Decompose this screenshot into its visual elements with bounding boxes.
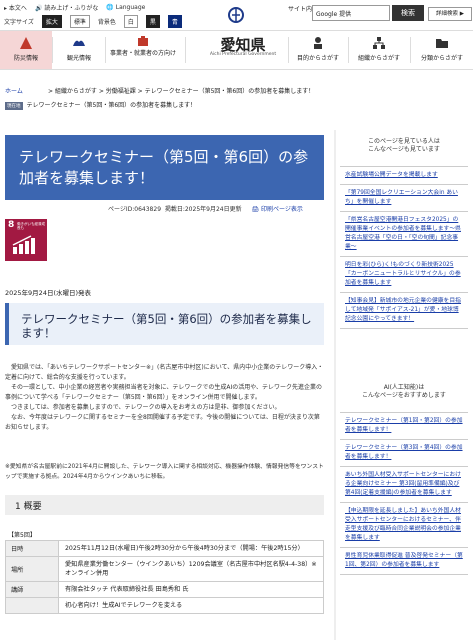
table-cell: 有限会社タッチ 代表取締役社長 田島秀和 氏 (58, 581, 324, 598)
nav-business[interactable]: 事業者・就業者の方向け (106, 31, 180, 69)
table-row: 場所 愛知県産業労働センター（ウインクあいち）1209会議室（名古屋市中村区名駅4… (5, 556, 324, 582)
bg-color-label: 背景色 (97, 19, 116, 26)
page-title-box: テレワークセミナー（第5回・第6回）の参加者を募集します！ (5, 135, 324, 200)
recommended-link[interactable]: 男性育児休業取得促進 普及啓発セミナー（第1回、第2回）の参加者を募集します (340, 548, 468, 575)
breadcrumb-home-link[interactable]: ホーム (5, 86, 23, 95)
nav-label: 組織からさがす (357, 55, 400, 62)
table-cell: 2025年11月12日(水曜日)午後2時30分から午後4時30分まで（開場：午後… (58, 540, 324, 557)
print-link[interactable]: 🖨 印刷ページ表示 (252, 206, 303, 213)
briefcase-icon (138, 36, 148, 46)
overview-heading: 1 概要 (5, 495, 324, 515)
sdg-number: 8 (8, 220, 15, 230)
skip-to-content-link[interactable]: ▸ 本文へ (4, 3, 27, 12)
utility-row-top: ▸ 本文へ 🔊 読み上げ・ふりがな 🌐 Language (4, 3, 145, 12)
nav-label: 事業者・就業者の方向け (109, 50, 176, 57)
recommended-link[interactable]: 【申込期限を延長しました】あいち外国人材受入サポートセンターにおけるセミナー、伴… (340, 503, 468, 548)
breadcrumb-trail[interactable]: > 組織からさがす > 労働福祉課 > テレワークセミナー（第5回・第6回）の参… (48, 86, 314, 95)
table-header: 講師 (5, 581, 59, 598)
bg-white-button[interactable]: 白 (123, 15, 138, 28)
related-link[interactable]: 「県営名古屋空港開港日フェスタ2025」の開催事業イベントの参加者を募集します～… (340, 212, 468, 257)
related-pages-list: 水産試験場公開データを掲載します 「第79回全国レクリエーション大会in あいち… (340, 166, 468, 329)
overview-heading-text: 1 概要 (15, 502, 42, 512)
paragraph: 愛知県では、「あいちテレワークサポートセンター※」(名古屋市中村区)において、県… (5, 364, 324, 381)
updated-date: 掲載日:2025年9月24日更新 (164, 206, 242, 213)
nav-label: 分類からさがす (420, 55, 463, 62)
language-label: Language (115, 4, 146, 11)
sidebar-divider (334, 130, 336, 640)
paragraph: なお、今年度はテレワークに関するセミナーを全8回開催する予定です。今後の開催につ… (5, 414, 320, 431)
utility-bar: ▸ 本文へ 🔊 読み上げ・ふりがな 🌐 Language 文字サイズ 拡大 標準… (0, 0, 473, 30)
breadcrumb: ホーム > 組織からさがす > 労働福祉課 > テレワークセミナー（第5回・第6… (0, 84, 473, 98)
search-input[interactable]: Google 提供 (312, 5, 390, 21)
current-location-tag: 現在地 (5, 101, 23, 110)
recommended-link[interactable]: あいち外国人材受入サポートセンターにおける企業向けセミナー 第3回(留用準備編)… (340, 467, 468, 503)
nav-label: 観光情報 (66, 55, 91, 62)
font-size-label: 文字サイズ (4, 19, 34, 26)
sdg-badge: 8 働きがいも経済成長も (5, 219, 47, 261)
nav-label: 防災情報 (13, 55, 38, 62)
paragraph: つきましては、参加者を募集しますので、テレワークの導入をお考えの方は是非、御参加… (11, 404, 281, 411)
page-title: テレワークセミナー（第5回・第6回）の参加者を募集します！ (19, 148, 309, 187)
session-label: 【第5回】 (8, 532, 36, 539)
related-link[interactable]: 明日を彩(ひら)く!ものづくり新技術2025「カーボンニュートラルとリサイクル」… (340, 257, 468, 293)
main-nav: 防災情報 観光情報 事業者・就業者の方向け 愛知県 Aichi Prefectu… (0, 30, 473, 70)
table-header: 場所 (5, 556, 59, 582)
skip-label: 本文へ (8, 5, 27, 12)
bg-blue-button[interactable]: 青 (167, 15, 182, 28)
growth-chart-icon (12, 235, 35, 254)
bg-black-button[interactable]: 黒 (145, 15, 160, 28)
ai-recommend-heading: AI(人工知能)は こんなページをおすすめします (362, 384, 446, 399)
table-row: 講師 有限会社タッチ 代表取締役社長 田島秀和 氏 (5, 581, 324, 598)
folder-icon (436, 39, 448, 48)
table-row: 初心者向け！生成AIでテレワークを変える (5, 597, 324, 614)
read-aloud-label: 読み上げ・ふりがな (44, 5, 99, 12)
nav-disaster[interactable]: 防災情報 (0, 31, 52, 69)
nav-label: 目的からさがす (296, 55, 339, 62)
nav-tourism[interactable]: 観光情報 (53, 31, 105, 69)
nav-by-category[interactable]: 分類からさがす (412, 31, 472, 69)
related-link[interactable]: 【知事会見】新城市の地元企業の健康を目指して地域発「サポイアス-21」が愛・地球… (340, 293, 468, 329)
table-cell: 愛知県産業労働センター（ウインクあいち）1209会議室（名古屋市中村区名駅4-4… (58, 556, 324, 582)
ai-recommend-list: テレワークセミナー（第1回・第2回）の参加者を募集します！ テレワークセミナー（… (340, 412, 468, 575)
article-body: 愛知県では、「あいちテレワークサポートセンター※」(名古屋市中村区)において、県… (5, 363, 324, 433)
people-icon (314, 37, 322, 49)
pref-name-en: Aichi Prefectural Government (209, 52, 277, 57)
announcement-date: 2025年9月24日(水曜日)発表 (5, 289, 92, 297)
table-row: 日時 2025年11月12日(水曜日)午後2時30分から午後4時30分まで（開場：… (5, 540, 324, 557)
nav-by-purpose[interactable]: 目的からさがす (290, 31, 346, 69)
recommended-link[interactable]: テレワークセミナー（第3回・第4回）の参加者を募集します！ (340, 440, 468, 467)
nav-by-organization[interactable]: 組織からさがす (350, 31, 408, 69)
paragraph: その一環として、中小企業の経営者や実務担当者を対象に、テレワークでの生成AIの活… (5, 384, 323, 401)
page-id: ページID:0643829 (108, 206, 162, 213)
print-label: 印刷ページ表示 (261, 206, 303, 213)
section-heading: テレワークセミナー（第5回・第6回）の参加者を募集します！ (5, 303, 324, 345)
sdg-label: 働きがいも経済成長も (17, 222, 45, 230)
advanced-search-button[interactable]: 詳細検索 ▶ (428, 7, 472, 21)
read-aloud-link[interactable]: 🔊 読み上げ・ふりがな (35, 3, 98, 12)
related-pages-heading: このページを見ている人は こんなページも見ています (368, 138, 440, 153)
font-enlarge-button[interactable]: 拡大 (41, 15, 62, 28)
table-header: 日時 (5, 540, 59, 557)
warning-icon (20, 37, 32, 49)
language-link[interactable]: 🌐 Language (106, 4, 145, 11)
font-standard-button[interactable]: 標準 (69, 15, 90, 28)
section-heading-text: テレワークセミナー（第5回・第6回）の参加者を募集します！ (21, 312, 312, 340)
organization-icon (373, 37, 385, 49)
footnote: ※愛知県が名古屋駅前に2021年4月に開設した、テレワーク導入に関する相談対応、… (5, 464, 324, 480)
table-cell: 初心者向け！生成AIでテレワークを変える (58, 597, 324, 614)
current-location-text: テレワークセミナー（第5回・第6回）の参加者を募集します！ (26, 102, 197, 109)
current-location: 現在地 テレワークセミナー（第5回・第6回）の参加者を募集します！ (5, 100, 196, 110)
utility-row-bottom: 文字サイズ 拡大 標準 背景色 白 黒 青 (4, 15, 182, 28)
event-table: 日時 2025年11月12日(水曜日)午後2時30分から午後4時30分まで（開場：… (5, 540, 324, 614)
search-button[interactable]: 検索 (392, 5, 424, 21)
recommended-link[interactable]: テレワークセミナー（第1回・第2回）の参加者を募集します！ (340, 413, 468, 440)
aichi-emblem-icon (228, 7, 244, 23)
tourism-icon (73, 40, 85, 46)
page-meta: ページID:0643829 掲載日:2025年9月24日更新 🖨 印刷ページ表示 (108, 204, 303, 213)
related-link[interactable]: 「第79回全国レクリエーション大会in あいち」を開催します (340, 185, 468, 212)
table-header (5, 597, 59, 614)
related-link[interactable]: 水産試験場公開データを掲載します (340, 167, 468, 185)
